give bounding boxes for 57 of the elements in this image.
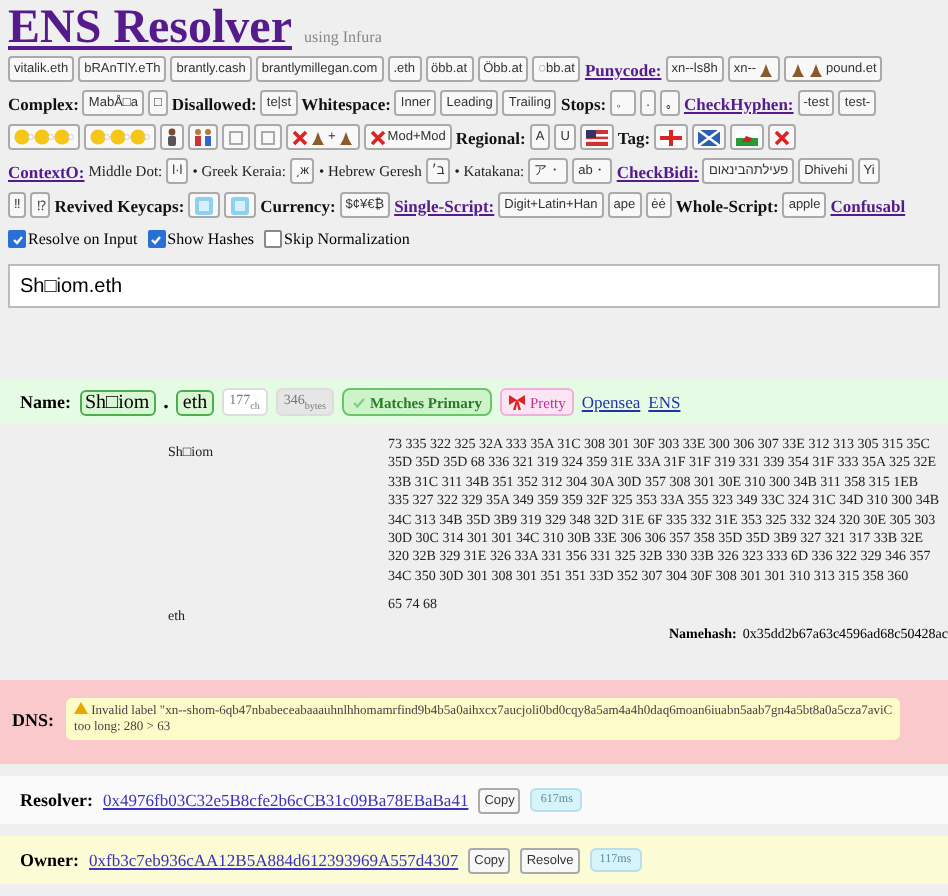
toolbar-button[interactable] xyxy=(654,124,689,150)
toolbar-button[interactable] xyxy=(730,124,765,150)
address-link[interactable]: 0x4976fb03C32e5B8cfe2b6cCB31c09Ba78EBaBa41 xyxy=(102,790,469,810)
dns-label: DNS: xyxy=(12,709,55,729)
group-label: Regional: xyxy=(455,127,526,147)
separator-dot: . xyxy=(163,390,169,414)
checkbox-label: Show Hashes xyxy=(167,230,255,248)
toolbar-button[interactable] xyxy=(579,124,614,150)
check-icon xyxy=(351,395,366,409)
flag-icon xyxy=(585,129,608,145)
bow-icon xyxy=(507,394,526,410)
name-label: Name: xyxy=(20,392,71,412)
label-chip: Sh□iom xyxy=(79,389,156,415)
checkbox-label: Resolve on Input xyxy=(28,230,138,248)
faces-icon xyxy=(14,128,74,146)
toolbar-button[interactable] xyxy=(160,124,184,150)
flag-icon xyxy=(736,129,759,145)
label-chip: eth xyxy=(176,389,214,415)
group-label: Stops: xyxy=(560,93,607,113)
checkbox-label: Skip Normalization xyxy=(284,230,410,248)
checkbox[interactable] xyxy=(147,230,166,248)
family-icon xyxy=(194,128,212,146)
external-link[interactable]: Opensea xyxy=(581,392,641,412)
group-label: Whole-Script: xyxy=(675,195,779,215)
group-label: Tag: xyxy=(617,127,651,147)
address-link[interactable]: 0xfb3c7eb936cAA12B5A884d612393969A557d4307 xyxy=(89,850,459,870)
group-label: Disallowed: xyxy=(171,93,257,113)
keycap-icon xyxy=(230,195,251,215)
checkbox[interactable] xyxy=(8,230,26,248)
subtitle: using Infura xyxy=(303,28,382,46)
group-label: Complex: xyxy=(8,93,79,113)
cross-mark-icon xyxy=(774,129,791,145)
record-label: Owner: xyxy=(20,850,79,870)
cross-mark-icon xyxy=(292,129,308,145)
figure-icon xyxy=(166,128,178,146)
warning-icon xyxy=(74,702,89,714)
group-link[interactable]: Single-Script: xyxy=(394,195,495,215)
record-label: Resolver: xyxy=(20,790,93,810)
toolbar-button[interactable] xyxy=(692,124,727,150)
group-link[interactable]: Confusabl xyxy=(830,195,906,215)
toolbar-button[interactable] xyxy=(188,124,218,150)
cross-mark-icon xyxy=(369,129,386,145)
keycap-icon xyxy=(194,195,215,215)
flag-icon xyxy=(660,129,683,145)
group-link[interactable]: ContextO: xyxy=(8,161,85,181)
checkbox[interactable] xyxy=(264,230,283,248)
group-label: Revived Keycaps: xyxy=(54,195,185,215)
group-link[interactable]: Punycode: xyxy=(584,59,662,79)
name-input[interactable]: Sh□iom.eth xyxy=(8,264,940,308)
group-label: Currency: xyxy=(260,195,336,215)
external-link[interactable]: ENS xyxy=(648,392,681,412)
group-link[interactable]: CheckHyphen: xyxy=(683,93,794,113)
group-link[interactable]: CheckBidi: xyxy=(616,161,699,181)
faces-icon xyxy=(90,128,150,146)
flag-icon xyxy=(698,129,721,145)
page-title[interactable]: ENS Resolver xyxy=(8,4,292,52)
group-label: Whitespace: xyxy=(301,93,391,113)
